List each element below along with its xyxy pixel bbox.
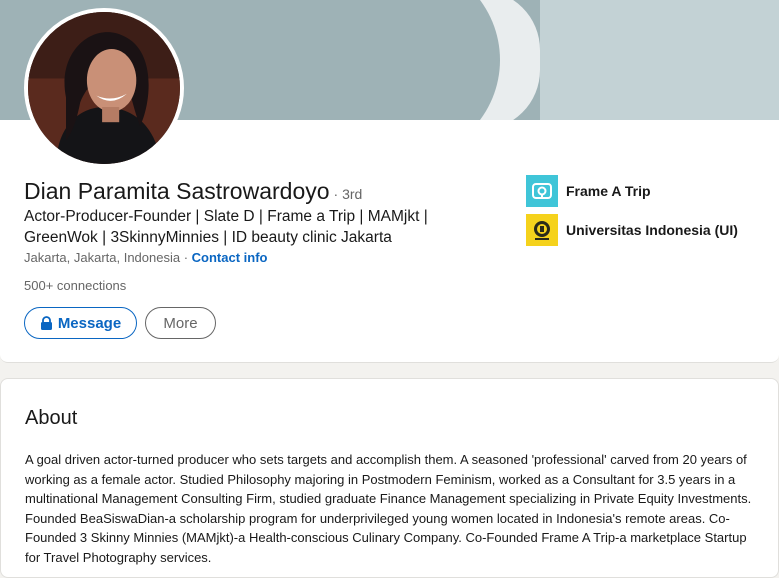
profile-photo[interactable] [24,8,184,168]
affiliation-frame-a-trip[interactable]: Frame A Trip [526,175,651,207]
lock-icon [40,315,53,331]
profile-location: Jakarta, Jakarta, Indonesia · [24,250,189,265]
more-button[interactable]: More [145,307,216,339]
about-text: A goal driven actor-turned producer who … [25,452,752,565]
message-button[interactable]: Message [24,307,137,339]
banner-right-panel [540,0,779,120]
more-button-label: More [163,314,198,332]
affiliation-name: Frame A Trip [566,183,651,199]
connection-degree: · 3rd [333,186,363,202]
contact-info-link[interactable]: Contact info [192,250,268,265]
frame-a-trip-logo-icon [526,175,558,207]
message-button-label: Message [57,314,122,332]
name-row: Dian Paramita Sastrowardoyo · 3rd [24,178,362,205]
profile-name: Dian Paramita Sastrowardoyo [24,178,330,204]
connections-count[interactable]: 500+ connections [24,278,126,293]
affiliation-name: Universitas Indonesia (UI) [566,222,738,238]
profile-card: Dian Paramita Sastrowardoyo · 3rd Actor-… [0,0,779,363]
profile-photo-icon [28,12,180,164]
location-row: Jakarta, Jakarta, Indonesia · Contact in… [24,250,267,265]
about-title: About [25,407,78,429]
profile-headline: Actor-Producer-Founder | Slate D | Frame… [24,208,428,246]
about-section: About A goal driven actor-turned produce… [0,378,779,578]
banner-curve [380,0,500,120]
affiliation-universitas-indonesia[interactable]: Universitas Indonesia (UI) [526,214,738,246]
universitas-indonesia-logo-icon [526,214,558,246]
